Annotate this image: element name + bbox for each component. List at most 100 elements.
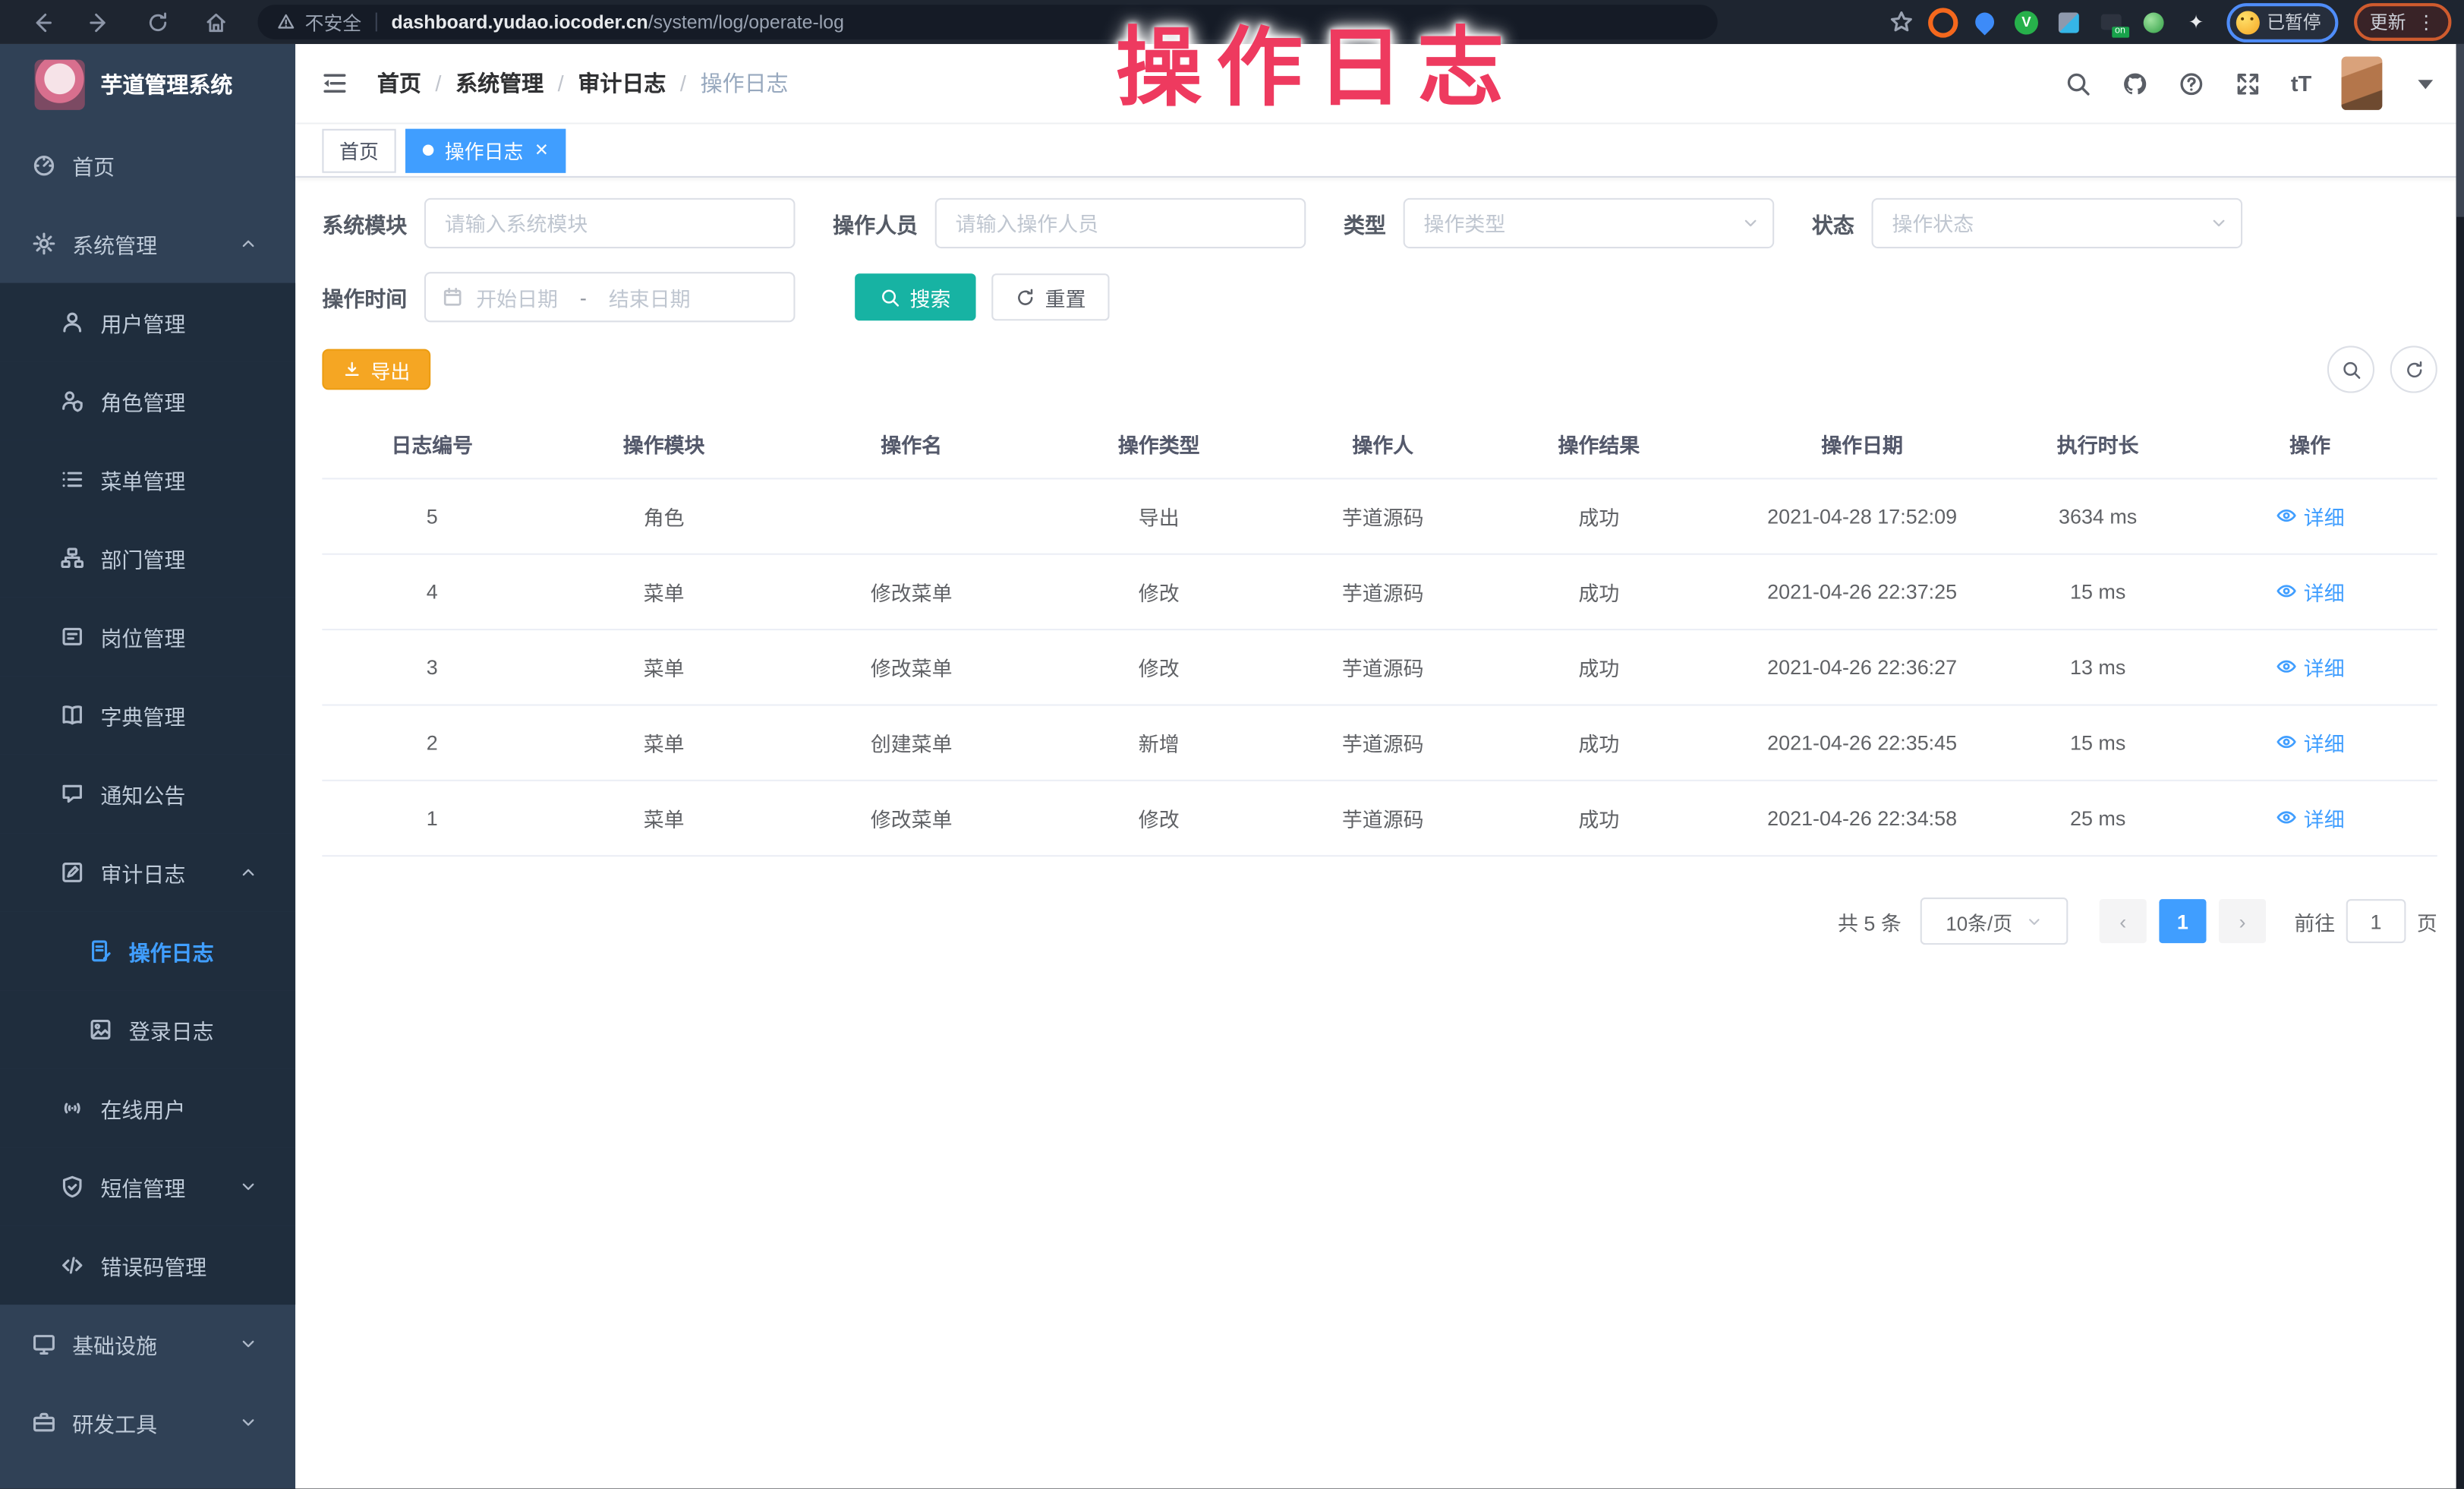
url-path: /system/log/operate-log <box>648 11 844 33</box>
module-input[interactable] <box>424 198 796 248</box>
tab-home[interactable]: 首页 <box>322 128 395 172</box>
github-icon[interactable] <box>2121 70 2147 96</box>
chevron-down-icon[interactable] <box>2412 70 2439 96</box>
profile-paused-badge[interactable]: 已暂停 <box>2226 2 2338 42</box>
search-button-label: 搜索 <box>910 282 951 312</box>
table-cell: 芋道源码 <box>1281 727 1485 757</box>
extension-orange-icon[interactable] <box>1927 8 1955 36</box>
back-icon[interactable] <box>30 10 53 33</box>
page-size-value: 10条/页 <box>1946 906 2012 935</box>
home-icon[interactable] <box>204 10 228 33</box>
table-cell-actions: 详细 <box>2185 652 2436 683</box>
detail-link-label: 详细 <box>2304 803 2345 832</box>
prev-page-button[interactable]: ‹ <box>2100 899 2147 943</box>
column-header: 操作日期 <box>1713 428 2011 458</box>
table-cell: 2021-04-28 17:52:09 <box>1713 505 2011 528</box>
operator-input[interactable] <box>935 198 1306 248</box>
sidebar-item-dev-tools[interactable]: 研发工具 <box>0 1383 295 1462</box>
help-icon[interactable] <box>2178 70 2204 96</box>
browser-scrollbar[interactable] <box>2456 44 2464 1488</box>
tab-operate-log[interactable]: 操作日志✕ <box>405 128 566 172</box>
table-cell: 3634 ms <box>2012 505 2185 528</box>
profile-emoji-icon <box>2236 10 2259 33</box>
operation-log-table: 日志编号操作模块操作名操作类型操作人操作结果操作日期执行时长操作 5角色导出芋道… <box>322 409 2437 856</box>
bookmark-star-icon[interactable] <box>1888 9 1913 34</box>
edit-square-icon <box>60 860 85 885</box>
sidebar-item-role-mgmt[interactable]: 角色管理 <box>0 361 295 440</box>
detail-link-label: 详细 <box>2304 501 2345 531</box>
sidebar-item-user-mgmt[interactable]: 用户管理 <box>0 283 295 362</box>
start-date-placeholder: 开始日期 <box>476 282 558 312</box>
sidebar-item-system-mgmt[interactable]: 系统管理 <box>0 204 295 283</box>
extension-switch-icon[interactable] <box>2097 8 2125 36</box>
export-button[interactable]: 导出 <box>322 349 430 390</box>
show-search-toggle-button[interactable] <box>2327 345 2374 393</box>
update-button[interactable]: 更新 ⋮ <box>2354 3 2451 41</box>
shield-icon <box>60 1174 85 1199</box>
table-cell: 菜单 <box>542 803 786 833</box>
extension-v-icon[interactable]: V <box>2012 8 2040 36</box>
table-cell: 4 <box>322 580 542 604</box>
extension-translate-icon[interactable] <box>2055 8 2083 36</box>
breadcrumb-item-home[interactable]: 首页 <box>377 68 421 99</box>
detail-link[interactable]: 详细 <box>2276 501 2345 531</box>
detail-link[interactable]: 详细 <box>2276 727 2345 757</box>
reset-button[interactable]: 重置 <box>991 273 1109 320</box>
next-page-button[interactable]: › <box>2219 899 2266 943</box>
app-logo[interactable]: 芋道管理系统 <box>0 44 295 126</box>
sidebar-item-home[interactable]: 首页 <box>0 126 295 205</box>
sidebar-item-dict-mgmt[interactable]: 字典管理 <box>0 676 295 755</box>
type-select[interactable] <box>1404 198 1775 248</box>
sidebar-item-menu-mgmt[interactable]: 菜单管理 <box>0 440 295 519</box>
user-avatar[interactable] <box>2342 57 2383 110</box>
detail-link[interactable]: 详细 <box>2276 652 2345 682</box>
status-select[interactable] <box>1872 198 2243 248</box>
forward-icon[interactable] <box>88 10 112 33</box>
gear-icon <box>31 231 56 256</box>
breadcrumb-item-system-mgmt[interactable]: 系统管理 <box>455 68 544 99</box>
detail-link[interactable]: 详细 <box>2276 576 2345 606</box>
fullscreen-icon[interactable] <box>2234 70 2261 96</box>
sidebar-item-sms-mgmt[interactable]: 短信管理 <box>0 1147 295 1226</box>
page-number-button[interactable]: 1 <box>2159 899 2206 943</box>
table-cell: 角色 <box>542 501 786 531</box>
detail-link[interactable]: 详细 <box>2276 803 2345 832</box>
table-cell: 2021-04-26 22:35:45 <box>1713 731 2011 755</box>
reload-icon[interactable] <box>147 10 170 33</box>
table-cell: 芋道源码 <box>1281 803 1485 833</box>
goto-page-input[interactable] <box>2346 899 2406 943</box>
sidebar-item-post-mgmt[interactable]: 岗位管理 <box>0 598 295 677</box>
extension-green-icon[interactable] <box>2140 8 2168 36</box>
table-row: 4菜单修改菜单修改芋道源码成功2021-04-26 22:37:2515 ms详… <box>322 555 2437 630</box>
table-cell-actions: 详细 <box>2185 501 2436 532</box>
sidebar-fold-icon[interactable] <box>320 69 348 97</box>
sidebar-item-notice[interactable]: 通知公告 <box>0 755 295 834</box>
extension-pin-icon[interactable] <box>1970 8 1998 36</box>
search-icon[interactable] <box>2065 70 2091 96</box>
extensions-puzzle-icon[interactable]: ✦ <box>2182 8 2210 36</box>
user-icon <box>60 310 85 335</box>
sidebar-item-login-log[interactable]: 登录日志 <box>0 990 295 1069</box>
table-cell: 菜单 <box>542 652 786 682</box>
date-range-picker[interactable]: 开始日期 - 结束日期 <box>424 272 796 322</box>
reset-button-label: 重置 <box>1045 282 1086 312</box>
sidebar-item-operate-log[interactable]: 操作日志 <box>0 912 295 991</box>
close-tab-icon[interactable]: ✕ <box>534 140 549 160</box>
sidebar-item-audit-log[interactable]: 审计日志 <box>0 833 295 912</box>
sidebar-item-error-code-mgmt[interactable]: 错误码管理 <box>0 1226 295 1305</box>
browser-menu-icon[interactable]: ⋮ <box>2417 11 2436 33</box>
page-size-select[interactable]: 10条/页 <box>1920 898 2069 945</box>
table-cell: 菜单 <box>542 727 786 757</box>
breadcrumb-item-audit-log[interactable]: 审计日志 <box>578 68 666 99</box>
sidebar-item-dept-mgmt[interactable]: 部门管理 <box>0 519 295 598</box>
font-size-icon[interactable]: tT <box>2291 71 2311 96</box>
scrollbar-thumb[interactable] <box>2456 44 2464 217</box>
chevron-down-icon <box>239 1413 258 1432</box>
sidebar-item-online-user[interactable]: 在线用户 <box>0 1069 295 1148</box>
sidebar-item-label: 岗位管理 <box>100 621 185 652</box>
search-button[interactable]: 搜索 <box>855 273 975 320</box>
refresh-table-button[interactable] <box>2390 345 2437 393</box>
eye-icon <box>2276 731 2298 753</box>
table-cell: 15 ms <box>2012 731 2185 755</box>
sidebar-item-infrastructure[interactable]: 基础设施 <box>0 1304 295 1383</box>
